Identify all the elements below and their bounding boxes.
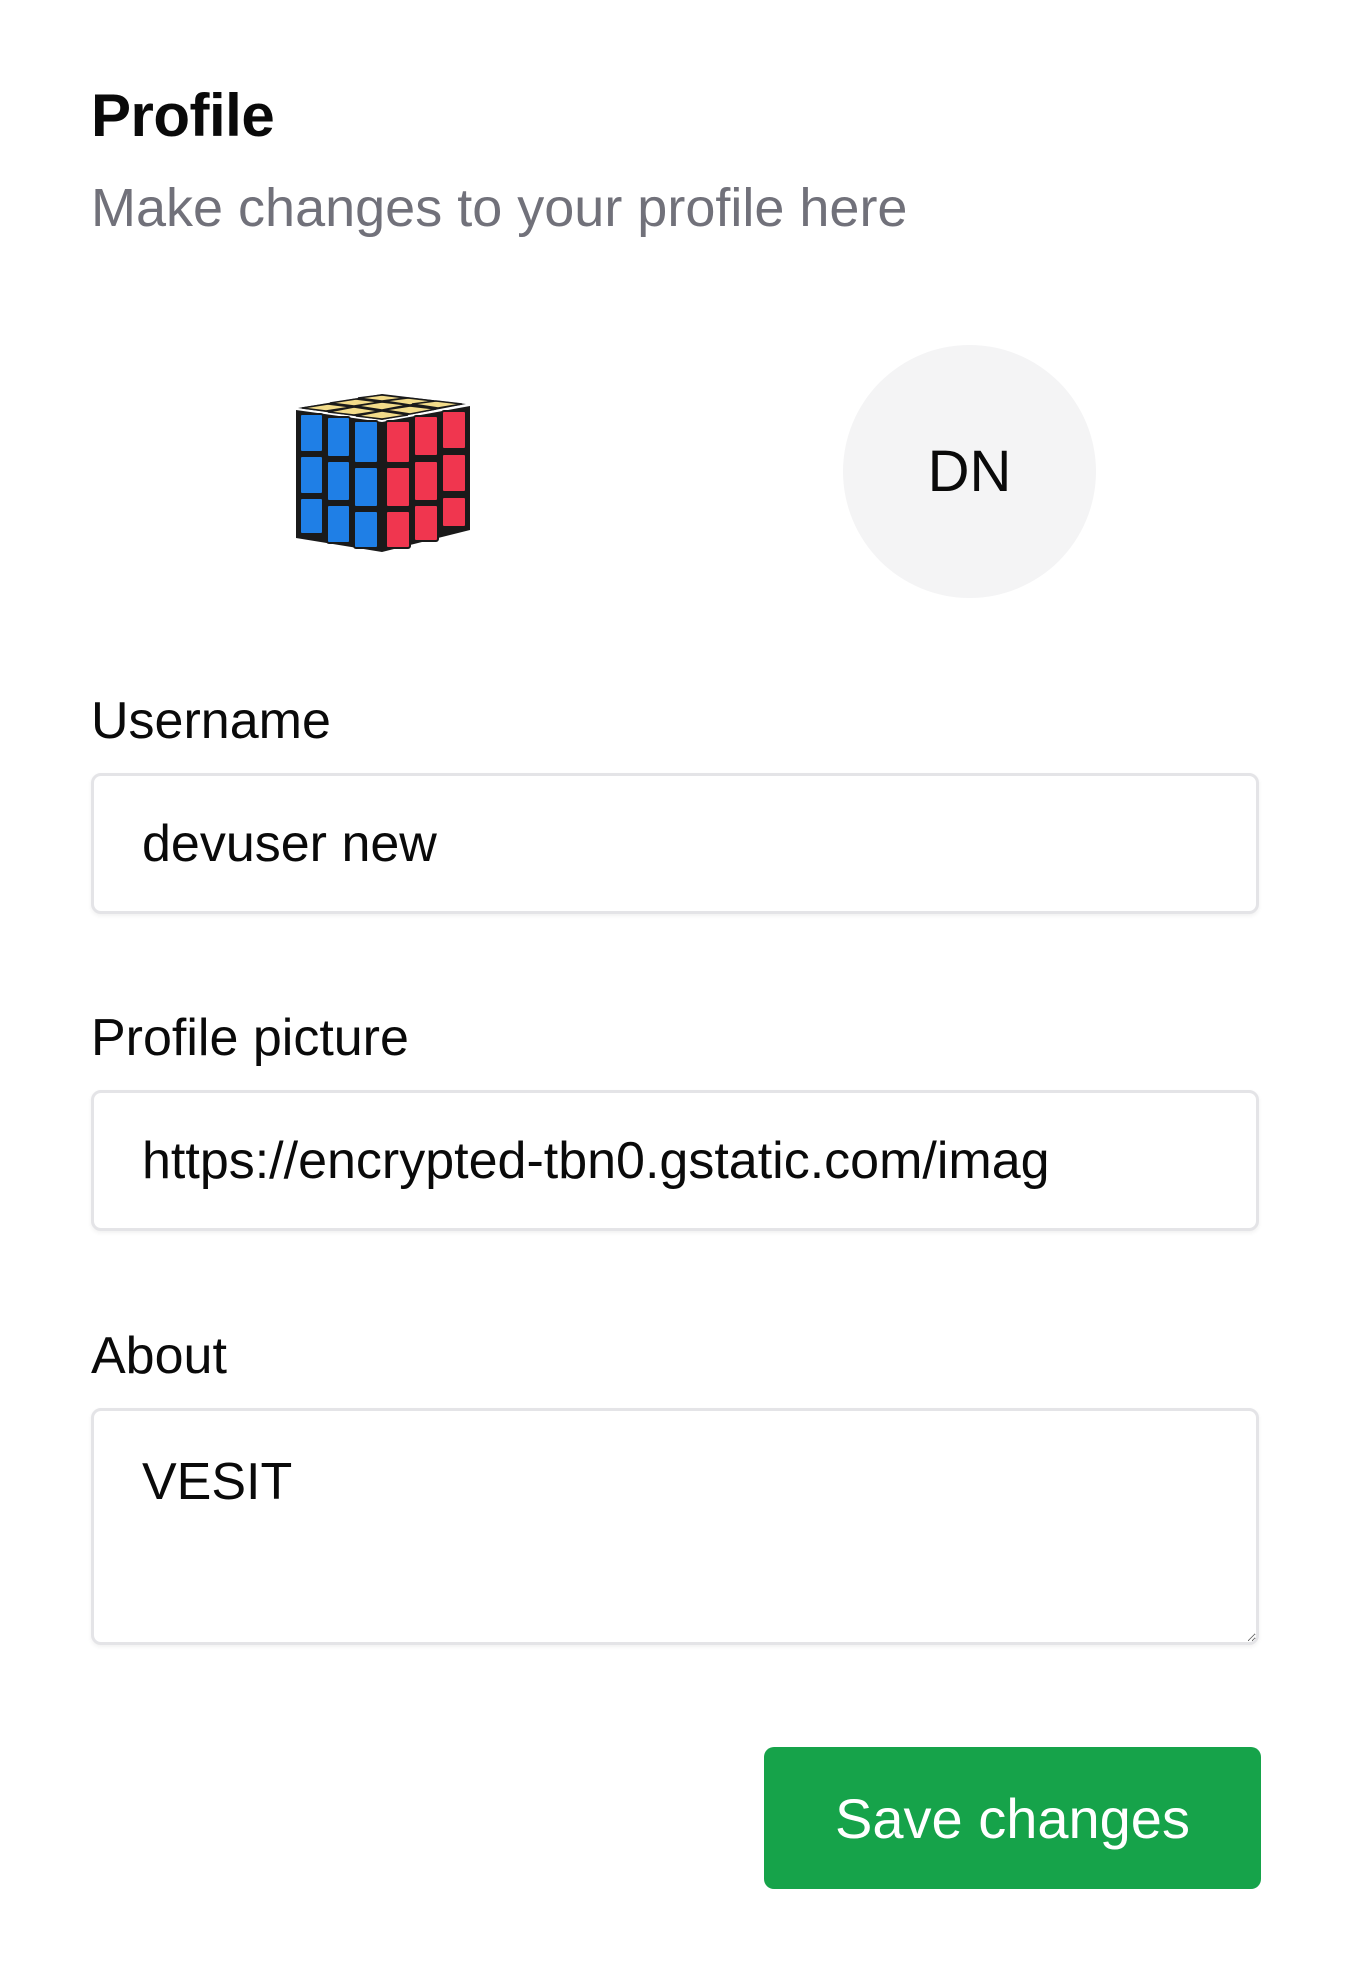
avatar-initials: DN <box>927 439 1012 504</box>
page-subtitle: Make changes to your profile here <box>91 178 908 238</box>
page-title: Profile <box>91 82 275 149</box>
about-label: About <box>91 1327 227 1385</box>
profile-picture-input[interactable] <box>91 1090 1259 1231</box>
save-changes-button[interactable]: Save changes <box>764 1747 1261 1889</box>
profile-panel: Profile Make changes to your profile her… <box>0 0 1356 1984</box>
username-label: Username <box>91 692 331 750</box>
rubiks-cube-image <box>296 394 470 552</box>
about-textarea[interactable]: VESIT <box>91 1408 1259 1645</box>
username-input[interactable] <box>91 773 1259 914</box>
profile-picture-label: Profile picture <box>91 1009 409 1067</box>
avatar[interactable]: DN <box>843 345 1096 598</box>
